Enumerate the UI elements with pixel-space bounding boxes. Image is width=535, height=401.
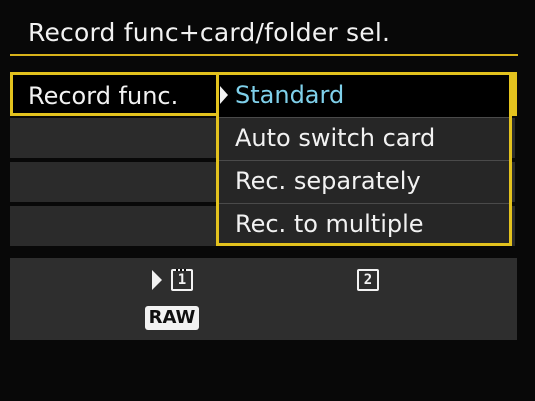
menu-title: Record func+card/folder sel. (28, 18, 391, 47)
dropdown-option-standard[interactable]: Standard (219, 75, 509, 118)
dropdown-option-label: Rec. separately (235, 167, 421, 195)
dropdown-option-label: Auto switch card (235, 124, 436, 152)
title-divider (10, 54, 518, 56)
card-1-icon: 1 (171, 269, 193, 291)
menu-row-label: Record func. (28, 82, 179, 110)
card-status-panel (10, 258, 517, 340)
pointer-icon (220, 86, 228, 104)
dropdown-option-rec-separately[interactable]: Rec. separately (219, 161, 509, 204)
dropdown-option-rec-to-multiple[interactable]: Rec. to multiple (219, 204, 509, 246)
raw-quality-badge: RAW (145, 306, 199, 330)
card-2-icon: 2 (357, 269, 379, 291)
dropdown-option-label: Rec. to multiple (235, 210, 424, 238)
dropdown-option-label: Standard (235, 81, 345, 109)
record-func-dropdown[interactable]: Standard Auto switch card Rec. separatel… (216, 72, 512, 246)
active-card-pointer-icon (152, 270, 162, 290)
dropdown-option-auto-switch-card[interactable]: Auto switch card (219, 118, 509, 161)
